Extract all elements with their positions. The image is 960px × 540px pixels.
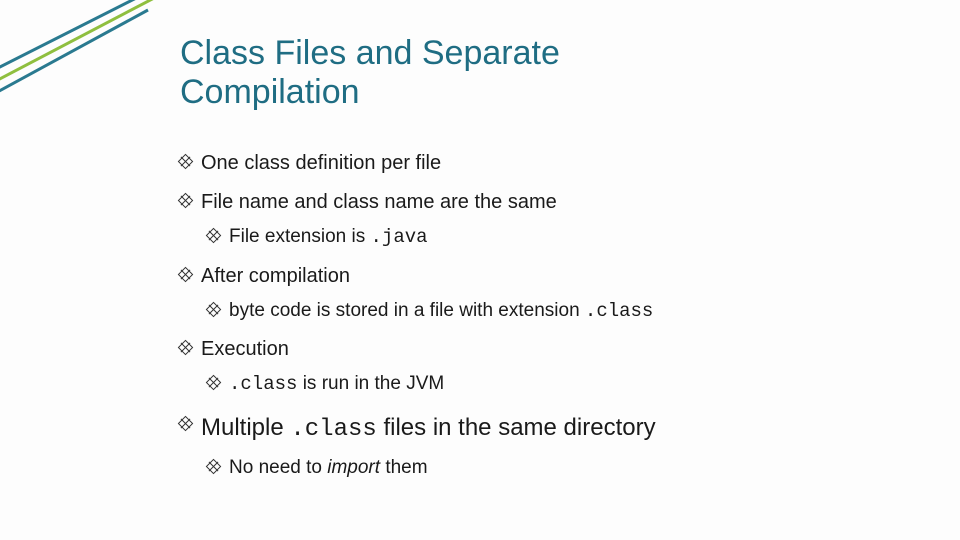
bullet-file-extension-java: File extension is .java — [208, 224, 900, 251]
diamond-bullet-icon — [206, 458, 222, 474]
italic-segment: import — [327, 457, 380, 478]
code-segment: .java — [371, 226, 428, 248]
text-segment: Multiple — [201, 414, 290, 441]
text-segment: them — [380, 457, 428, 478]
bullet-bytecode-class: byte code is stored in a file with exten… — [208, 298, 900, 325]
text-segment: byte code is stored in a file with exten… — [229, 300, 585, 321]
diamond-bullet-icon — [206, 302, 222, 318]
bullet-class-jvm: .class is run in the JVM — [208, 371, 900, 398]
bullet-text: .class is run in the JVM — [229, 371, 900, 398]
slide-content: Class Files and Separate Compilation One… — [180, 34, 900, 488]
bullet-multiple-class-files: Multiple .class files in the same direct… — [180, 412, 900, 446]
bullet-text: byte code is stored in a file with exten… — [229, 298, 900, 325]
text-segment: No need to — [229, 457, 327, 478]
bullet-text: Multiple .class files in the same direct… — [201, 412, 900, 446]
bullet-text: One class definition per file — [201, 150, 900, 177]
code-segment: .class — [229, 373, 297, 395]
diamond-bullet-icon — [178, 267, 194, 283]
text-segment: is run in the JVM — [297, 373, 444, 394]
bullet-text: File name and class name are the same — [201, 189, 900, 216]
diamond-bullet-icon — [178, 154, 194, 170]
bullet-text: After compilation — [201, 263, 900, 290]
diamond-bullet-icon — [206, 375, 222, 391]
bullet-no-import: No need to import them — [208, 455, 900, 481]
bullet-file-class-name: File name and class name are the same — [180, 189, 900, 216]
text-segment: File extension is — [229, 226, 371, 247]
diamond-bullet-icon — [178, 340, 194, 356]
bullet-after-compilation: After compilation — [180, 263, 900, 290]
diamond-bullet-icon — [178, 416, 194, 432]
bullet-one-class-def: One class definition per file — [180, 150, 900, 177]
bullet-text: Execution — [201, 336, 900, 363]
bullet-execution: Execution — [180, 336, 900, 363]
bullet-text: File extension is .java — [229, 224, 900, 251]
text-segment: files in the same directory — [377, 414, 656, 441]
diamond-bullet-icon — [178, 193, 194, 209]
code-segment: .class — [585, 300, 653, 322]
diamond-bullet-icon — [206, 228, 222, 244]
code-segment: .class — [290, 416, 376, 443]
slide-title: Class Files and Separate Compilation — [180, 34, 620, 112]
bullet-text: No need to import them — [229, 455, 900, 481]
